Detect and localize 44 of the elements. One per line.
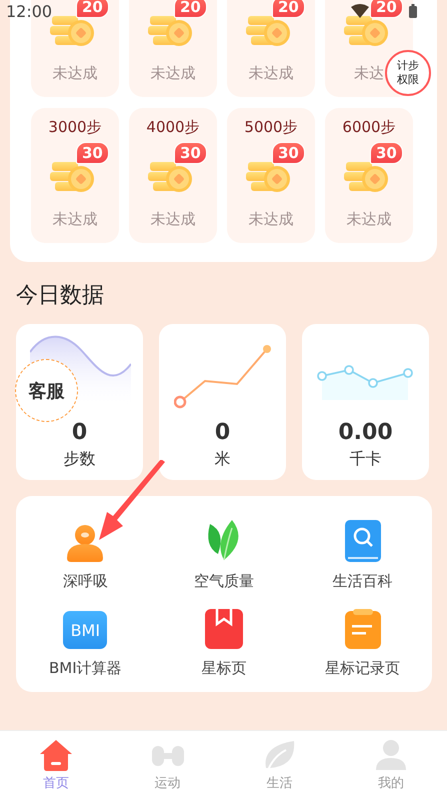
bookmark-icon bbox=[204, 609, 243, 649]
notepad-icon bbox=[344, 609, 381, 649]
goal-status: 未达 bbox=[354, 64, 384, 83]
pointer-arrow-icon bbox=[97, 460, 167, 542]
goal-status: 未达成 bbox=[346, 210, 392, 229]
reward-badge: 20 bbox=[370, 0, 403, 18]
step-goal: 5000步 bbox=[244, 117, 298, 138]
tool-button[interactable]: 深呼吸 bbox=[62, 572, 108, 591]
section-title: 今日数据 bbox=[16, 282, 105, 310]
goal-status: 未达成 bbox=[248, 64, 294, 83]
book-search-icon bbox=[344, 520, 381, 562]
battery-icon bbox=[409, 4, 417, 18]
tool-button[interactable]: BMI计算器 bbox=[49, 659, 122, 678]
step-goal: 6000步 bbox=[342, 117, 396, 138]
goal-status: 未达成 bbox=[150, 210, 196, 229]
bmi-icon: BMI bbox=[63, 611, 108, 649]
reward-badge: 30 bbox=[174, 142, 207, 164]
goal-status: 未达成 bbox=[248, 210, 294, 229]
tool-button[interactable]: 生活百科 bbox=[332, 572, 393, 591]
tool-button[interactable]: 空气质量 bbox=[194, 572, 254, 591]
person-icon bbox=[374, 738, 408, 772]
wifi-icon bbox=[351, 4, 369, 18]
goal-status: 未达成 bbox=[150, 64, 196, 83]
stat-label: 千卡 bbox=[350, 449, 382, 470]
tool-button[interactable]: 星标记录页 bbox=[325, 659, 400, 678]
stat-label: 米 bbox=[214, 449, 230, 470]
reward-badge: 20 bbox=[76, 0, 109, 18]
reward-badge: 30 bbox=[370, 142, 403, 164]
goal-status: 未达成 bbox=[52, 210, 98, 229]
person-icon bbox=[65, 522, 106, 562]
stat-value: 0.00 bbox=[338, 420, 393, 445]
reward-badge: 30 bbox=[76, 142, 109, 164]
reward-badge: 20 bbox=[272, 0, 305, 18]
status-time: 12:00 bbox=[6, 2, 52, 20]
stat-value: 0 bbox=[214, 420, 230, 445]
home-icon bbox=[38, 738, 73, 772]
step-goal: 3000步 bbox=[48, 117, 102, 138]
stat-label: 步数 bbox=[64, 449, 96, 470]
reward-badge: 30 bbox=[272, 142, 305, 164]
reward-badge: 20 bbox=[174, 0, 207, 18]
step-goal: 4000步 bbox=[146, 117, 200, 138]
stat-value: 0 bbox=[72, 420, 88, 445]
goal-status: 未达成 bbox=[52, 64, 98, 83]
tool-button[interactable]: 星标页 bbox=[201, 659, 246, 678]
